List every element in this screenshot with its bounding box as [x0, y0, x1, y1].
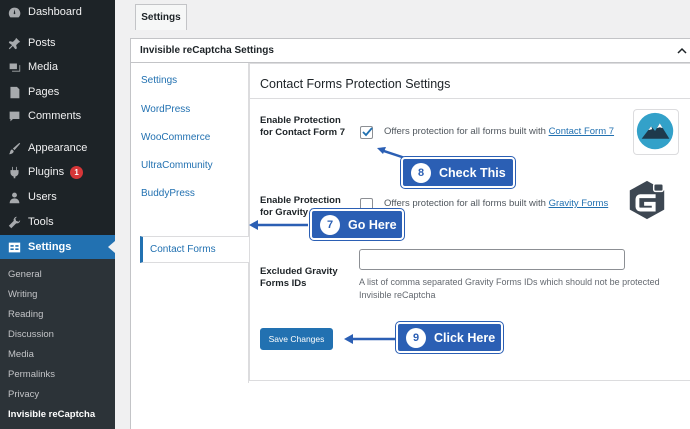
menu-posts[interactable]: Posts [0, 31, 115, 55]
excluded-ids-input[interactable] [359, 249, 625, 270]
settings-submenu: General Writing Reading Discussion Media… [0, 259, 115, 429]
submenu-permalinks[interactable]: Permalinks [8, 369, 55, 380]
gravity-forms-logo-icon [629, 180, 665, 220]
submenu-reading[interactable]: Reading [8, 309, 43, 320]
help-line-2: Invisible reCaptcha [359, 290, 436, 300]
help-line-1: A list of comma separated Gravity Forms … [359, 277, 660, 287]
nav-settings[interactable]: Settings [141, 75, 177, 86]
brush-icon [7, 141, 21, 155]
callout-text: Go Here [348, 217, 397, 232]
menu-users[interactable]: Users [0, 185, 115, 209]
plugin-update-badge: 1 [70, 165, 84, 179]
menu-pages[interactable]: Pages [0, 80, 115, 104]
tab-settings[interactable]: Settings [135, 4, 187, 30]
menu-media[interactable]: Media [0, 55, 115, 79]
callout-number: 8 [411, 162, 431, 183]
menu-label: Dashboard [28, 6, 82, 18]
panel-title: Invisible reCaptcha Settings [140, 45, 274, 56]
submenu-writing[interactable]: Writing [8, 289, 37, 300]
submenu-media[interactable]: Media [8, 349, 34, 360]
pin-icon [7, 36, 21, 50]
callout-7-arrow [249, 220, 308, 230]
menu-comments[interactable]: Comments [0, 104, 115, 128]
callout-go-here: 7 Go Here [310, 209, 404, 240]
user-icon [7, 190, 21, 204]
active-menu-arrow [108, 241, 115, 253]
submenu-invisible-recaptcha[interactable]: Invisible reCaptcha [8, 409, 95, 420]
menu-label: Tools [28, 216, 54, 228]
callout-text: Click Here [434, 330, 496, 345]
menu-label: Appearance [28, 142, 88, 154]
menu-plugins[interactable]: Plugins 1 [0, 160, 115, 184]
callout-number: 9 [406, 327, 426, 348]
comment-icon [7, 109, 21, 123]
mountain-logo-icon [636, 112, 674, 150]
settings-icon [7, 240, 21, 254]
submenu-general[interactable]: General [8, 269, 42, 280]
gravity-description: Offers protection for all forms built wi… [384, 198, 608, 209]
panel-header: Invisible reCaptcha Settings [131, 39, 690, 63]
plug-icon [7, 165, 21, 179]
submenu-privacy[interactable]: Privacy [8, 389, 39, 400]
menu-label: Pages [28, 86, 60, 98]
cf7-logo [633, 109, 679, 155]
nav-woocommerce[interactable]: WooCommerce [141, 132, 210, 143]
callout-number: 7 [320, 214, 340, 235]
cf7-link[interactable]: Contact Form 7 [549, 126, 614, 137]
callout-click-here: 9 Click Here [396, 322, 503, 353]
menu-settings[interactable]: Settings [0, 235, 115, 259]
save-changes-button[interactable]: Save Changes [260, 328, 333, 350]
menu-label: Settings [28, 241, 72, 253]
excluded-ids-help: A list of comma separated Gravity Forms … [359, 276, 660, 302]
nav-ultracommunity[interactable]: UltraCommunity [141, 160, 213, 171]
section-title: Contact Forms Protection Settings [260, 77, 451, 91]
nav-contact-forms[interactable]: Contact Forms [140, 236, 249, 263]
excluded-ids-label: Excluded Gravity Forms IDs [260, 266, 338, 289]
media-icon [7, 60, 21, 74]
gravity-desc-text: Offers protection for all forms built wi… [384, 198, 549, 209]
cf7-label: Enable Protection for Contact Form 7 [260, 115, 345, 138]
admin-sidebar: Dashboard Posts Media Pages Comments App… [0, 0, 115, 429]
menu-label: Users [28, 191, 57, 203]
gravity-link[interactable]: Gravity Forms [549, 198, 609, 209]
chevron-up-icon[interactable] [676, 45, 688, 57]
section-divider [250, 98, 690, 99]
settings-vertical-nav: Settings WordPress WooCommerce UltraComm… [140, 63, 249, 383]
nav-contact-forms-label: Contact Forms [150, 244, 216, 255]
cf7-desc-text: Offers protection for all forms built wi… [384, 126, 549, 137]
callout-9-arrow [344, 334, 395, 344]
callout-text: Check This [439, 165, 506, 180]
callout-check-this: 8 Check This [401, 157, 515, 188]
nav-buddypress[interactable]: BuddyPress [141, 188, 195, 199]
menu-label: Posts [28, 37, 56, 49]
menu-label: Media [28, 61, 58, 73]
page-icon [7, 85, 21, 99]
cf7-checkbox[interactable] [360, 126, 373, 139]
cf7-description: Offers protection for all forms built wi… [384, 126, 614, 137]
submenu-discussion[interactable]: Discussion [8, 329, 54, 340]
menu-label: Comments [28, 110, 82, 122]
settings-panel: Invisible reCaptcha Settings Settings Wo… [130, 38, 690, 429]
dashboard-icon [7, 5, 21, 19]
wrench-icon [7, 215, 21, 229]
menu-label: Plugins [28, 166, 65, 178]
menu-tools[interactable]: Tools [0, 210, 115, 234]
gravity-logo [625, 178, 671, 224]
nav-wordpress[interactable]: WordPress [141, 104, 190, 115]
menu-dashboard[interactable]: Dashboard [0, 0, 115, 24]
menu-appearance[interactable]: Appearance [0, 136, 115, 160]
checkmark-icon [362, 127, 373, 137]
